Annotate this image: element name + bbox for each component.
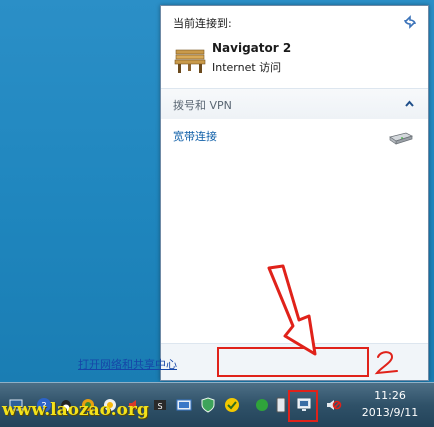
current-connection-label: 当前连接到: <box>173 17 232 30</box>
clock-time[interactable]: 11:26 <box>364 389 416 402</box>
broadband-connection-link[interactable]: 宽带连接 <box>173 128 217 144</box>
annotation-number-2 <box>374 351 398 375</box>
green-tray-icon[interactable] <box>254 397 270 413</box>
network-status: Internet 访问 <box>212 61 282 74</box>
shield-icon[interactable] <box>200 397 216 413</box>
annotation-box-tray <box>288 390 318 422</box>
network-name: Navigator 2 <box>212 41 292 55</box>
display-tray-icon[interactable] <box>176 397 192 413</box>
bench-network-icon <box>174 49 206 73</box>
clock-date[interactable]: 2013/9/11 <box>355 406 425 419</box>
svg-text:S: S <box>157 402 162 411</box>
dialup-section-header[interactable]: 拨号和 VPN <box>161 89 428 119</box>
refresh-icon[interactable] <box>402 14 418 30</box>
annotation-arrow <box>267 264 317 356</box>
antivirus-tray-icon[interactable] <box>224 397 240 413</box>
dialup-section-label: 拨号和 VPN <box>173 99 232 112</box>
open-network-sharing-center-link[interactable]: 打开网络和共享中心 <box>78 356 177 372</box>
input-method-icon[interactable]: S <box>152 397 168 413</box>
watermark: www.laozao.org <box>2 400 149 420</box>
volume-muted-icon[interactable] <box>326 397 342 413</box>
modem-icon <box>389 132 413 145</box>
phone-tray-icon[interactable] <box>273 397 289 413</box>
collapse-chevron-icon[interactable] <box>405 100 414 107</box>
